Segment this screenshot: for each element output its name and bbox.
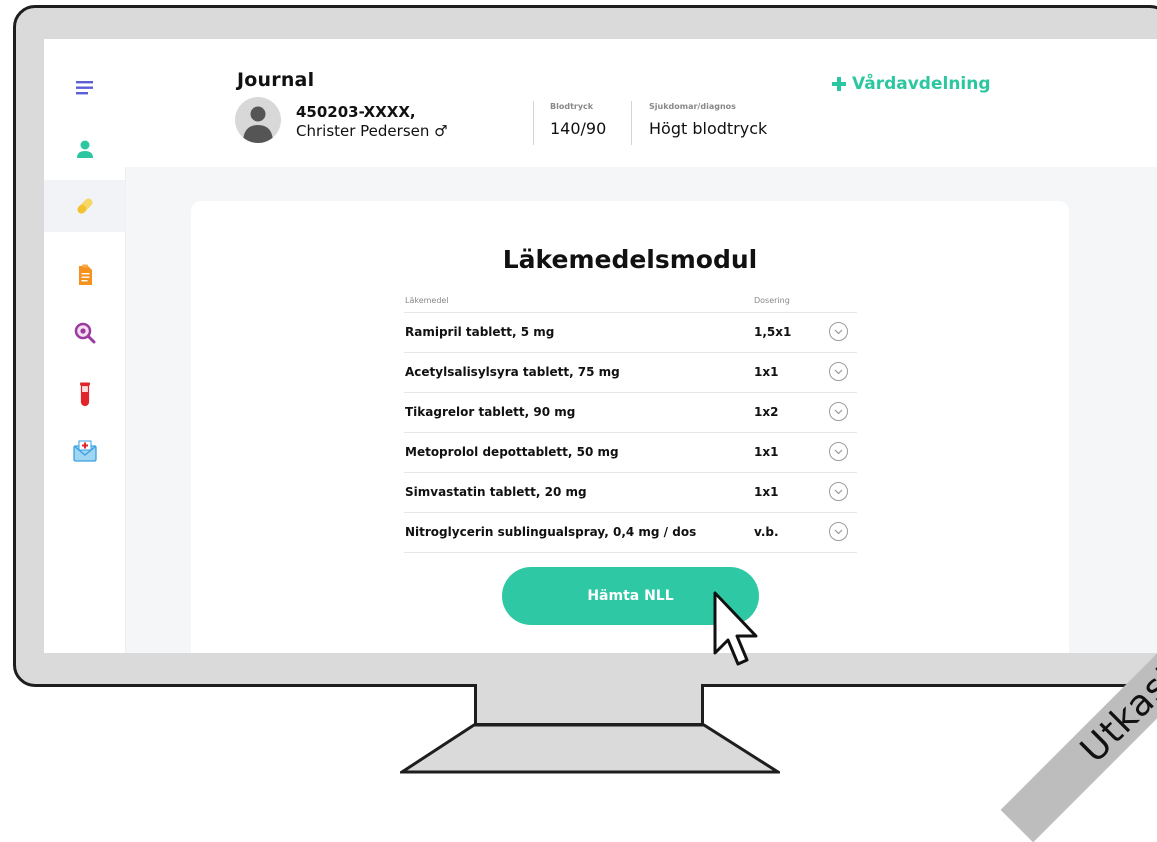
medication-name: Simvastatin tablett, 20 mg [405,485,587,499]
journal-header: Journal 450203-XXXX, Christer Pedersen ♂… [125,39,1157,167]
sidebar-item-lab[interactable] [44,369,125,421]
patient-name: Christer Pedersen [296,122,430,140]
medication-dosage: 1x2 [754,405,779,419]
table-row: Nitroglycerin sublingualspray, 0,4 mg / … [404,513,857,553]
medication-name: Metoprolol depottablett, 50 mg [405,445,619,459]
mouse-pointer-icon [713,591,758,666]
table-row: Tikagrelor tablett, 90 mg 1x2 [404,393,857,433]
chevron-down-icon [834,489,843,494]
column-medication: Läkemedel [405,296,449,305]
mail-icon [72,440,97,462]
chevron-down-icon [834,329,843,334]
diagnosis-label: Sjukdomar/diagnos [649,102,736,111]
page-title: Journal [237,69,315,91]
expand-button[interactable] [829,482,848,501]
table-row: Metoprolol depottablett, 50 mg 1x1 [404,433,857,473]
blood-pressure-label: Blodtryck [550,102,594,111]
diagnosis-value: Högt blodtryck [649,119,768,138]
medication-dosage: v.b. [754,525,779,539]
medication-name: Tikagrelor tablett, 90 mg [405,405,576,419]
sidebar-item-menu[interactable] [44,62,125,114]
expand-button[interactable] [829,362,848,381]
ward-link[interactable]: Vårdavdelning [832,74,991,94]
expand-button[interactable] [829,522,848,541]
header-divider [533,101,534,145]
plus-icon [832,77,846,91]
monitor-stand [400,723,780,774]
app-screen: Journal 450203-XXXX, Christer Pedersen ♂… [44,39,1157,653]
table-row: Acetylsalisylsyra tablett, 75 mg 1x1 [404,353,857,393]
expand-button[interactable] [829,442,848,461]
gender-symbol: ♂ [434,122,448,140]
sidebar-item-documents[interactable] [44,249,125,301]
header-divider [631,101,632,145]
user-icon [76,140,93,158]
medication-dosage: 1x1 [754,365,779,379]
medication-dosage: 1x1 [754,485,779,499]
medication-table: Läkemedel Dosering Ramipril tablett, 5 m… [404,292,857,553]
blood-pressure-value: 140/90 [550,119,607,138]
test-tube-icon [79,382,90,407]
menu-icon [75,81,93,95]
table-header: Läkemedel Dosering [404,292,857,313]
medication-name: Ramipril tablett, 5 mg [405,325,555,339]
patient-id: 450203-XXXX, [296,103,416,121]
search-icon [74,322,95,344]
sidebar-item-medication[interactable] [44,180,125,232]
chevron-down-icon [834,449,843,454]
medication-dosage: 1,5x1 [754,325,792,339]
ward-link-label: Vårdavdelning [852,74,991,94]
document-icon [78,264,92,285]
medication-name: Acetylsalisylsyra tablett, 75 mg [405,365,620,379]
expand-button[interactable] [829,322,848,341]
sidebar-item-patient[interactable] [44,123,125,175]
medication-dosage: 1x1 [754,445,779,459]
chevron-down-icon [834,529,843,534]
patient-name-line: Christer Pedersen ♂ [296,122,448,140]
patient-avatar [235,97,281,143]
table-row: Ramipril tablett, 5 mg 1,5x1 [404,313,857,353]
medication-module-card: Läkemedelsmodul Läkemedel Dosering Ramip… [191,201,1069,653]
pill-icon [76,198,93,214]
medication-name: Nitroglycerin sublingualspray, 0,4 mg / … [405,525,697,539]
expand-button[interactable] [829,402,848,421]
user-avatar-icon [243,106,273,143]
column-dosage: Dosering [754,296,790,305]
chevron-down-icon [834,369,843,374]
chevron-down-icon [834,409,843,414]
monitor-neck [474,684,704,726]
module-title: Läkemedelsmodul [502,245,758,274]
sidebar-item-search[interactable] [44,307,125,359]
sidebar-item-messages[interactable] [44,425,125,477]
sidebar [44,39,126,653]
table-row: Simvastatin tablett, 20 mg 1x1 [404,473,857,513]
